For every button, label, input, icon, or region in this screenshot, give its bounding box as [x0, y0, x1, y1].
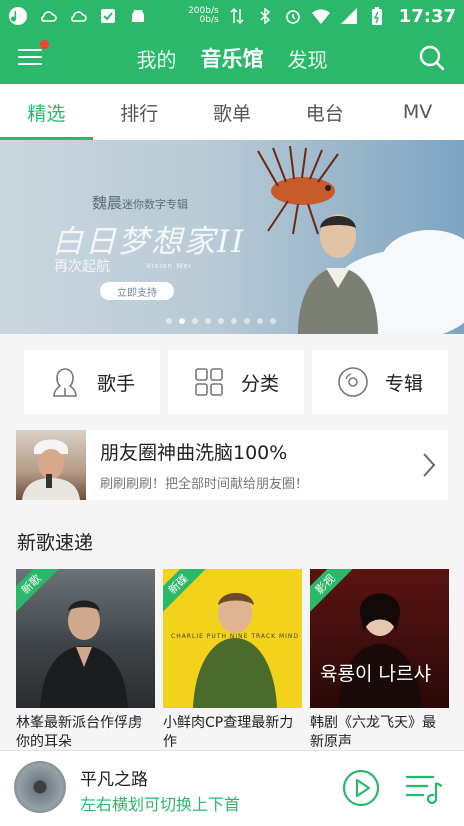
signal-icon [339, 6, 359, 26]
android-icon [128, 6, 148, 26]
cloud-icon [38, 6, 58, 26]
promo-title: 朋友圈神曲洗脑100% [100, 442, 288, 464]
subtab-featured[interactable]: 精选 [0, 84, 93, 140]
song-cover: 新歌 [16, 569, 155, 708]
cloud-outline-icon [68, 6, 88, 26]
carousel-dot[interactable] [244, 318, 250, 324]
categories-button[interactable]: 分类 [168, 350, 304, 414]
card-title: 韩剧《六龙飞天》最新原声 [310, 715, 436, 750]
tab-music-hall[interactable]: 音乐馆 [201, 43, 264, 73]
album-cover: CHARLIE PUTH NINE TRACK MIND 新碟 [163, 569, 302, 708]
banner-english: Vision Wei [146, 262, 192, 270]
song-card[interactable]: CHARLIE PUTH NINE TRACK MIND 新碟 小鲜肉CP查理最… [163, 569, 302, 754]
search-icon [419, 45, 445, 71]
cover-text: CHARLIE PUTH NINE TRACK MIND [171, 633, 299, 640]
subtab-ranking[interactable]: 排行 [93, 84, 186, 140]
banner-carousel[interactable]: 魏晨迷你数字专辑 白日梦想家II 再次起航 Vision Wei 立即支持 [0, 140, 464, 334]
song-card[interactable]: 新歌 林峯最新派台作俘虏你的耳朵 [16, 569, 155, 754]
new-songs-title: 新歌速递 [17, 532, 94, 554]
search-button[interactable] [418, 44, 446, 72]
singers-label: 歌手 [96, 372, 135, 395]
subtab-mv[interactable]: MV [371, 84, 464, 140]
card-title: 林峯最新派台作俘虏你的耳朵 [16, 715, 142, 750]
carousel-dot[interactable] [270, 318, 276, 324]
card-title: 小鲜肉CP查理最新力作 [163, 715, 294, 750]
tab-my[interactable]: 我的 [137, 44, 177, 73]
carousel-dot[interactable] [257, 318, 263, 324]
category-shortcuts: 歌手 分类 专辑 [24, 350, 448, 414]
status-time: 17:37 [398, 5, 456, 27]
carousel-dot[interactable] [205, 318, 211, 324]
cover-text: 육룡이 나르샤 [320, 663, 431, 685]
carousel-dot[interactable] [166, 318, 172, 324]
alarm-icon [283, 6, 303, 26]
carousel-dot[interactable] [179, 318, 185, 324]
carousel-dot[interactable] [192, 318, 198, 324]
subtab-radio[interactable]: 电台 [278, 84, 371, 140]
song-card[interactable]: 육룡이 나르샤 影视 韩剧《六龙飞天》最新原声 [310, 569, 449, 754]
carousel-dot[interactable] [231, 318, 237, 324]
security-icon [98, 6, 118, 26]
singers-button[interactable]: 歌手 [24, 350, 160, 414]
chevron-right-icon [423, 453, 436, 477]
swipe-hint: 左右横划可切换上下首 [80, 795, 241, 814]
status-bar: 200b/s 0b/s 17:37 [0, 0, 464, 32]
data-arrows-icon [227, 6, 247, 26]
app-header: 我的 音乐馆 发现 [0, 32, 464, 84]
promo-playlist[interactable]: 朋友圈神曲洗脑100% 刷刷刷刷！把全部时间献给朋友圈！ [16, 430, 448, 500]
sub-tabs: 精选 排行 歌单 电台 MV [0, 84, 464, 140]
now-playing-cover[interactable] [14, 761, 66, 813]
promo-singer-photo [22, 439, 80, 500]
net-speed-down: 0b/s [199, 15, 219, 25]
carousel-dot[interactable] [218, 318, 224, 324]
support-now-button[interactable]: 立即支持 [100, 282, 174, 300]
network-speed: 200b/s 0b/s [188, 7, 219, 25]
top-tabs: 我的 音乐馆 发现 [0, 32, 464, 84]
albums-button[interactable]: 专辑 [312, 350, 448, 414]
subtab-playlists[interactable]: 歌单 [186, 84, 279, 140]
banner-title: 白日梦想家II [52, 224, 246, 260]
artist-photo [298, 214, 378, 334]
playlist-queue-icon[interactable] [404, 771, 444, 805]
play-button[interactable] [342, 769, 380, 807]
albums-label: 专辑 [384, 372, 423, 395]
grid-icon [195, 368, 223, 396]
categories-label: 分类 [240, 372, 279, 395]
app-logo-icon [8, 6, 28, 26]
mini-player[interactable]: 平凡之路 左右横划可切换上下首 [0, 750, 464, 826]
song-cover: 육룡이 나르샤 影视 [310, 569, 449, 708]
promo-subtitle: 刷刷刷刷！把全部时间献给朋友圈！ [100, 477, 309, 492]
battery-icon [367, 6, 387, 26]
album-icon [338, 367, 368, 397]
tab-discover[interactable]: 发现 [288, 44, 328, 73]
wifi-icon [311, 6, 331, 26]
promo-thumbnail [16, 430, 86, 500]
qq-music-app: 200b/s 0b/s 17:37 我的 音乐馆 发现 精选 排行 歌单 电台 … [0, 0, 464, 826]
singer-icon [53, 368, 77, 397]
carousel-dots [166, 318, 276, 324]
now-playing-title: 平凡之路 [80, 770, 148, 790]
bluetooth-icon [255, 6, 275, 26]
banner-artist-suffix: 迷你数字专辑 [122, 198, 189, 211]
banner-artist-name: 魏晨 [92, 194, 123, 212]
banner-artist: 魏晨迷你数字专辑 [92, 192, 188, 213]
banner-subtitle: 再次起航 [54, 259, 110, 275]
new-songs-list: 新歌 林峯最新派台作俘虏你的耳朵 CHARLIE PUTH NINE TRACK… [16, 569, 449, 754]
